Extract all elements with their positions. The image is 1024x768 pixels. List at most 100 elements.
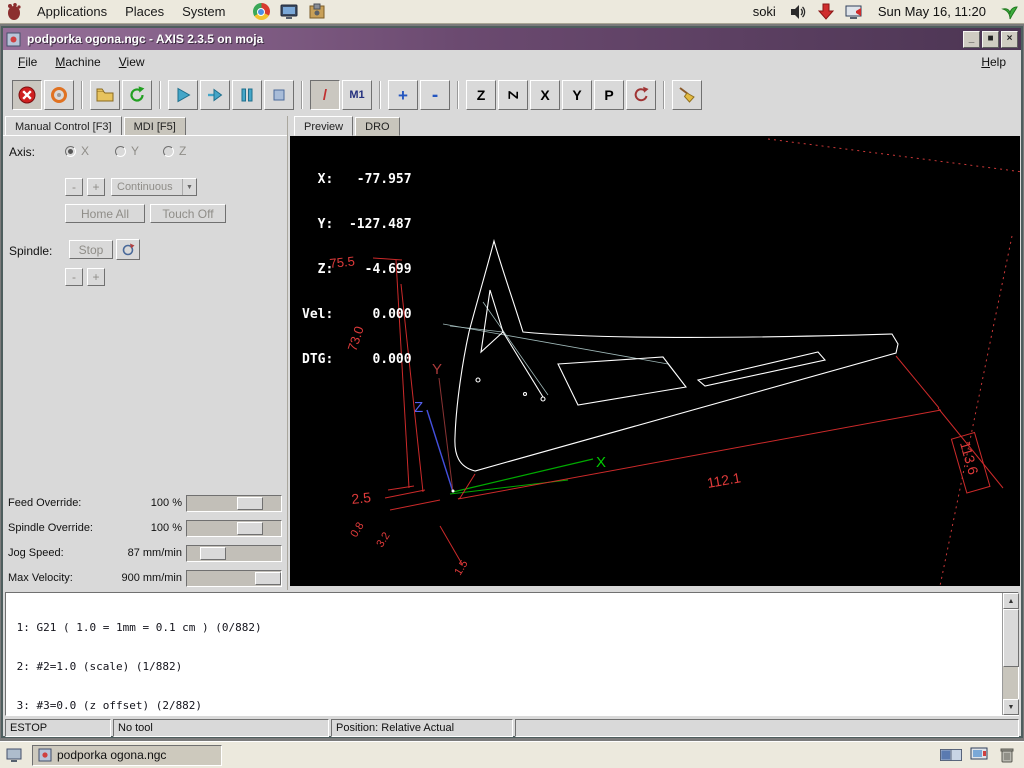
preview-panel: Preview DRO X Y Z 75.5 73.0 2.5 0.8 3.2 … xyxy=(289,116,1021,590)
jog-mode-select[interactable]: Continuous ▼ xyxy=(111,178,197,196)
main-menu-icon[interactable] xyxy=(3,1,25,23)
preview-canvas[interactable]: X Y Z 75.5 73.0 2.5 0.8 3.2 1.5 112.1 11… xyxy=(290,136,1020,586)
home-all-button[interactable]: Home All xyxy=(65,204,145,223)
display-applet[interactable] xyxy=(968,744,990,766)
skip-lines-toggle[interactable]: / xyxy=(310,80,340,110)
spindle-override-slider[interactable] xyxy=(186,520,282,537)
axis-y-radio[interactable]: Y xyxy=(115,144,139,158)
menu-view[interactable]: View xyxy=(110,52,154,72)
jog-speed-slider[interactable] xyxy=(186,545,282,562)
titlebar[interactable]: podporka ogona.ngc - AXIS 2.3.5 on moja … xyxy=(3,28,1021,50)
view-x-button[interactable]: X xyxy=(530,80,560,110)
minimize-button[interactable]: _ xyxy=(963,30,980,48)
max-velocity-slider[interactable] xyxy=(186,570,282,587)
spindle-plus-button[interactable]: + xyxy=(87,268,105,286)
dimension-2-5: 2.5 xyxy=(351,489,372,507)
jog-minus-button[interactable]: - xyxy=(65,178,83,196)
letter-y-icon: Y xyxy=(572,87,582,103)
zoom-in-button[interactable]: + xyxy=(388,80,418,110)
desktop-icon xyxy=(6,748,22,762)
tab-manual-control[interactable]: Manual Control [F3] xyxy=(5,116,122,136)
dimension-3-2: 3.2 xyxy=(374,530,392,549)
inner-spike xyxy=(480,289,504,354)
rotate-view-button[interactable] xyxy=(626,80,656,110)
scroll-down-button[interactable]: ▼ xyxy=(1003,699,1019,715)
radio-circle xyxy=(65,145,76,157)
chrome-icon xyxy=(252,3,270,20)
zoom-out-button[interactable]: - xyxy=(420,80,450,110)
clear-plot-button[interactable] xyxy=(672,80,702,110)
dimension-112-1: 112.1 xyxy=(706,469,742,491)
remote-display-icon[interactable] xyxy=(843,1,865,23)
view-z-button[interactable]: Z xyxy=(466,80,496,110)
tab-mdi[interactable]: MDI [F5] xyxy=(123,117,186,136)
jog-plus-button[interactable]: + xyxy=(87,178,105,196)
menu-applications[interactable]: Applications xyxy=(28,0,116,24)
max-velocity-row: Max Velocity: 900 mm/min xyxy=(3,569,288,589)
jog-speed-thumb[interactable] xyxy=(200,547,226,560)
gcode-line[interactable]: 1: G21 ( 1.0 = 1mm = 0.1 cm ) (0/882) xyxy=(10,621,1000,634)
estop-button[interactable] xyxy=(12,80,42,110)
run-step-button[interactable] xyxy=(200,80,230,110)
max-velocity-thumb[interactable] xyxy=(255,572,281,585)
menu-places[interactable]: Places xyxy=(116,0,173,24)
monitor-icon xyxy=(280,4,298,19)
gcode-listing[interactable]: 1: G21 ( 1.0 = 1mm = 0.1 cm ) (0/882) 2:… xyxy=(5,592,1019,716)
view-perspective-button[interactable]: P xyxy=(594,80,624,110)
clock-label[interactable]: Sun May 16, 11:20 xyxy=(878,4,986,19)
gcode-line[interactable]: 3: #3=0.0 (z offset) (2/882) xyxy=(10,699,1000,712)
spindle-forward-button[interactable] xyxy=(116,239,140,260)
gcode-line[interactable]: 2: #2=1.0 (scale) (1/882) xyxy=(10,660,1000,673)
username-label[interactable]: soki xyxy=(753,4,776,19)
step-arrow-icon xyxy=(208,88,223,102)
touch-off-button[interactable]: Touch Off xyxy=(150,204,226,223)
reload-button[interactable] xyxy=(122,80,152,110)
close-button[interactable]: × xyxy=(1001,30,1018,48)
scroll-up-button[interactable]: ▲ xyxy=(1003,593,1019,609)
menu-machine[interactable]: Machine xyxy=(46,52,109,72)
volume-icon[interactable] xyxy=(787,1,809,23)
axis-z-label: Z xyxy=(179,144,187,158)
pause-button[interactable] xyxy=(232,80,262,110)
gcode-scrollbar[interactable]: ▲ ▼ xyxy=(1002,593,1019,715)
update-notifier-icon[interactable] xyxy=(815,1,837,23)
spindle-override-label: Spindle Override: xyxy=(8,522,93,534)
run-button[interactable] xyxy=(168,80,198,110)
estop-icon xyxy=(18,86,36,104)
spindle-stop-button[interactable]: Stop xyxy=(69,240,113,259)
scroll-thumb[interactable] xyxy=(1003,609,1019,667)
feed-override-thumb[interactable] xyxy=(237,497,263,510)
maximize-button[interactable]: ■ xyxy=(982,30,999,48)
open-file-button[interactable] xyxy=(90,80,120,110)
toolbar-separator xyxy=(457,81,459,109)
feed-override-row: Feed Override: 100 % xyxy=(3,494,288,514)
machine-power-button[interactable] xyxy=(44,80,74,110)
radio-circle xyxy=(163,145,174,157)
view-rotated-z-button[interactable]: Z xyxy=(498,80,528,110)
optional-pause-toggle[interactable]: M1 xyxy=(342,80,372,110)
menu-file[interactable]: File xyxy=(9,52,46,72)
tab-dro[interactable]: DRO xyxy=(355,117,400,136)
axis-z-radio[interactable]: Z xyxy=(163,144,186,158)
tab-preview[interactable]: Preview xyxy=(294,116,354,136)
cnc-launcher-icon[interactable] xyxy=(306,1,328,23)
spindle-minus-button[interactable]: - xyxy=(65,268,83,286)
browser-launcher-icon[interactable] xyxy=(250,1,272,23)
show-desktop-icon[interactable] xyxy=(3,744,25,766)
menu-system[interactable]: System xyxy=(173,0,234,24)
workspace-switcher[interactable] xyxy=(940,744,962,766)
view-y-button[interactable]: Y xyxy=(562,80,592,110)
spindle-icon xyxy=(122,243,135,255)
spindle-override-thumb[interactable] xyxy=(237,522,263,535)
user-switcher-icon[interactable] xyxy=(999,1,1021,23)
feed-override-slider[interactable] xyxy=(186,495,282,512)
pause-icon xyxy=(241,88,253,102)
trash-applet[interactable] xyxy=(996,744,1018,766)
axis-app-icon xyxy=(38,748,52,762)
taskbar-window-button[interactable]: podporka ogona.ngc xyxy=(32,744,222,766)
displays-launcher-icon[interactable] xyxy=(278,1,300,23)
axis-window: podporka ogona.ngc - AXIS 2.3.5 on moja … xyxy=(1,26,1023,738)
axis-x-radio[interactable]: X xyxy=(65,144,89,158)
menu-help[interactable]: Help xyxy=(972,52,1015,72)
stop-button[interactable] xyxy=(264,80,294,110)
